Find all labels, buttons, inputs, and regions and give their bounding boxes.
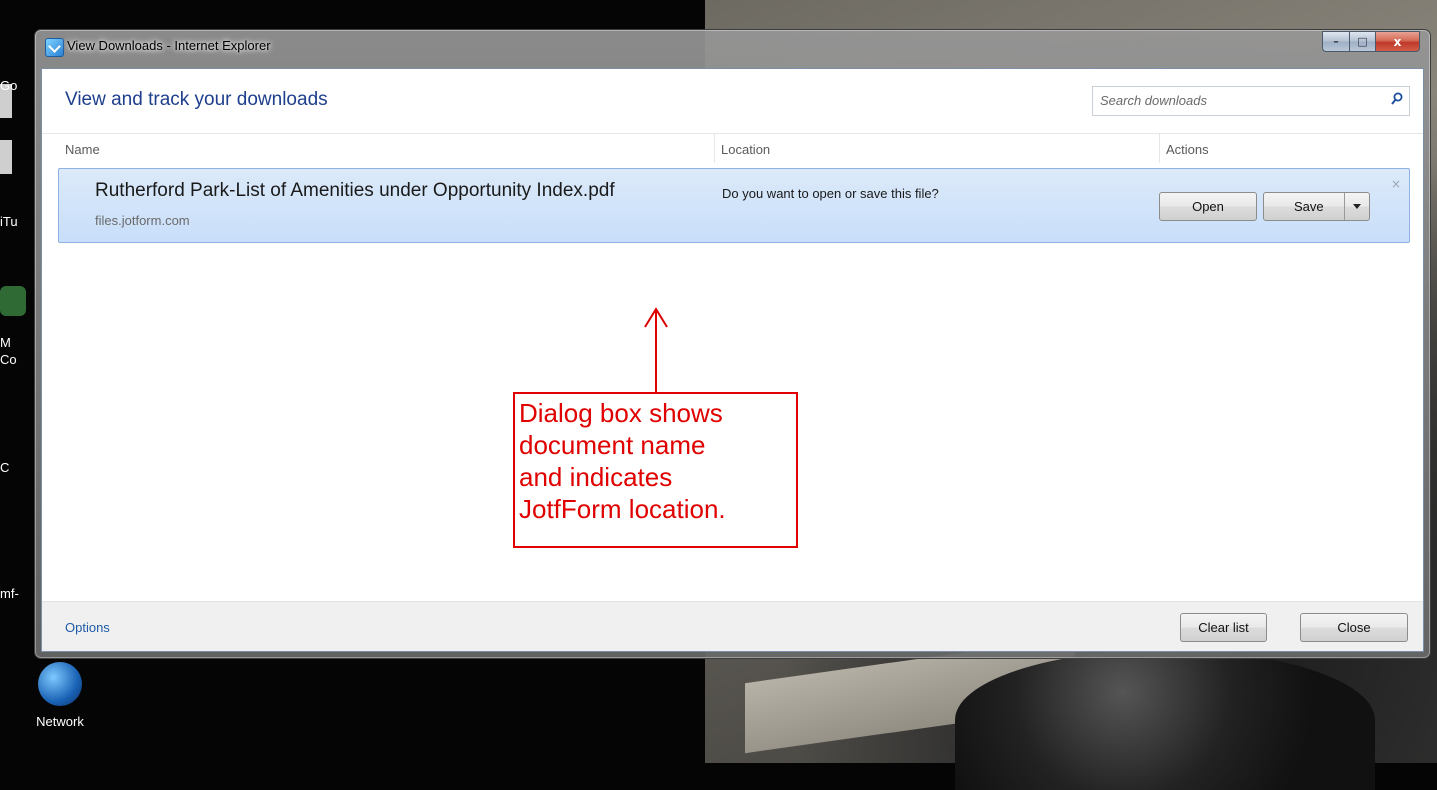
window-title: View Downloads - Internet Explorer — [67, 38, 271, 53]
annotation-line: and indicates — [519, 462, 673, 492]
download-source: files.jotform.com — [95, 213, 190, 228]
desktop-icon-stub — [0, 140, 12, 174]
desktop-icon-media[interactable] — [0, 286, 26, 320]
save-split-divider — [1344, 193, 1345, 220]
download-item-row[interactable]: Rutherford Park-List of Amenities under … — [58, 168, 1410, 243]
column-divider[interactable] — [1159, 134, 1160, 163]
search-icon[interactable] — [1391, 92, 1403, 106]
annotation-line: JotfForm location. — [519, 494, 726, 524]
downloads-window: View Downloads - Internet Explorer – □ x… — [34, 29, 1431, 659]
desktop-icon-label-co[interactable]: Co — [0, 352, 17, 367]
desktop-icon-label-itunes[interactable]: iTu — [0, 214, 18, 229]
save-button-label: Save — [1294, 199, 1324, 214]
annotation-callout: Dialog box shows document name and indic… — [513, 392, 798, 548]
annotation-arrow-icon — [644, 307, 668, 393]
download-prompt: Do you want to open or save this file? — [722, 186, 939, 201]
options-link[interactable]: Options — [65, 620, 110, 635]
annotation-line: document name — [519, 430, 706, 460]
column-header-name[interactable]: Name — [65, 142, 100, 157]
column-header-row: Name Location Actions — [42, 133, 1423, 163]
downloads-client-area: View and track your downloads Name Locat… — [41, 68, 1424, 652]
close-window-button[interactable]: x — [1376, 31, 1420, 52]
page-title: View and track your downloads — [65, 89, 328, 110]
clear-list-button[interactable]: Clear list — [1180, 613, 1267, 642]
close-button[interactable]: Close — [1300, 613, 1408, 642]
desktop-icon-label-mf[interactable]: mf- — [0, 586, 19, 601]
column-header-actions[interactable]: Actions — [1166, 142, 1209, 157]
ie-downloads-icon — [45, 38, 64, 57]
desktop-network-icon[interactable]: Network — [30, 662, 90, 729]
download-file-name: Rutherford Park-List of Amenities under … — [95, 180, 615, 201]
media-icon — [0, 286, 26, 316]
desktop-icon-label-m[interactable]: M — [0, 335, 11, 350]
desktop-icon-label-c[interactable]: C — [0, 460, 9, 475]
network-label: Network — [36, 714, 84, 729]
maximize-icon: □ — [1357, 35, 1368, 48]
title-bar[interactable]: View Downloads - Internet Explorer – □ x — [41, 31, 1424, 64]
maximize-button[interactable]: □ — [1350, 31, 1376, 52]
search-box[interactable] — [1092, 86, 1410, 116]
search-input[interactable] — [1098, 92, 1372, 109]
network-globe-icon — [38, 662, 82, 706]
annotation-line: Dialog box shows — [519, 398, 723, 428]
column-header-location[interactable]: Location — [721, 142, 770, 157]
close-icon: x — [1393, 34, 1402, 49]
minimize-icon: – — [1333, 35, 1339, 48]
wallpaper-dog — [955, 650, 1375, 790]
save-button[interactable]: Save — [1263, 192, 1370, 221]
dismiss-icon[interactable]: × — [1391, 177, 1401, 191]
desktop-icon-label-go[interactable]: Go — [0, 78, 17, 93]
footer-bar: Options Clear list Close — [42, 601, 1423, 651]
open-button[interactable]: Open — [1159, 192, 1257, 221]
column-divider[interactable] — [714, 134, 715, 163]
chevron-down-icon[interactable] — [1353, 204, 1361, 209]
window-controls: – □ x — [1322, 31, 1420, 52]
minimize-button[interactable]: – — [1322, 31, 1350, 52]
